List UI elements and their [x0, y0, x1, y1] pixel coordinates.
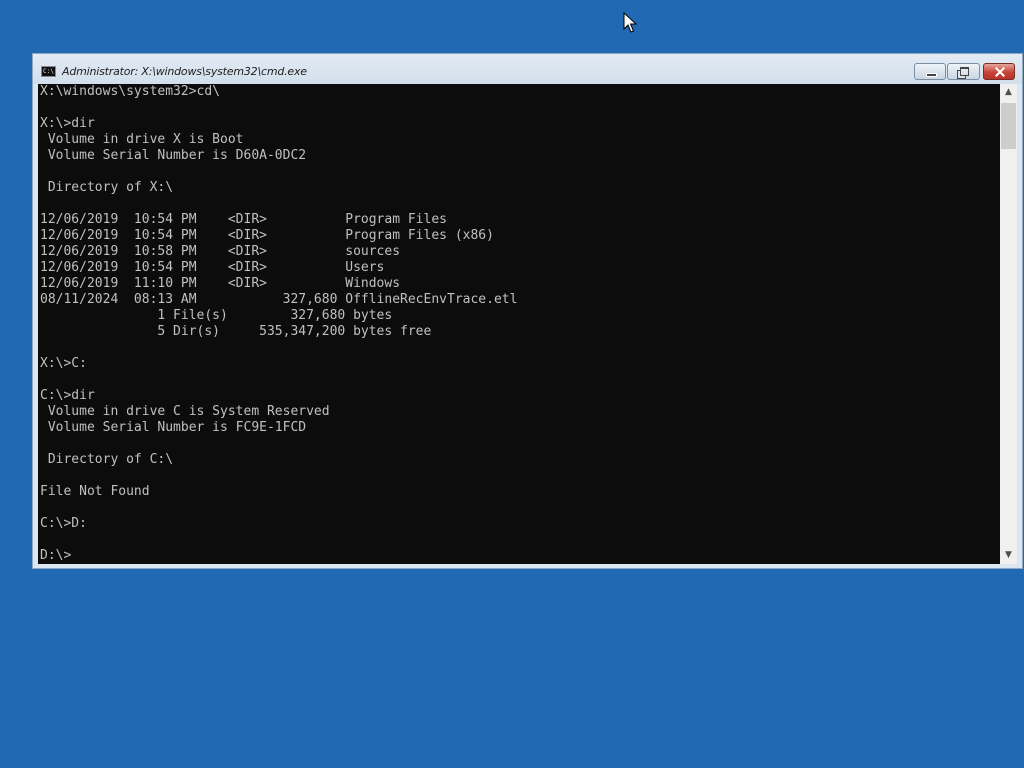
- title-bar[interactable]: C:\ Administrator: X:\windows\system32\c…: [33, 54, 1022, 84]
- minimize-button[interactable]: [914, 63, 946, 80]
- console-line: Volume in drive X is Boot: [40, 132, 244, 147]
- console-line: 12/06/2019 11:10 PM <DIR> Windows: [40, 276, 401, 291]
- vertical-scrollbar[interactable]: ▲ ▼: [1000, 84, 1017, 564]
- console-line: 5 Dir(s) 535,347,200 bytes free: [40, 324, 432, 339]
- console-line: Volume Serial Number is D60A-0DC2: [40, 148, 307, 163]
- maximize-button[interactable]: [947, 63, 980, 80]
- scroll-up-arrow-icon[interactable]: ▲: [1000, 84, 1017, 101]
- cmd-window[interactable]: C:\ Administrator: X:\windows\system32\c…: [32, 53, 1023, 569]
- console-line: 12/06/2019 10:58 PM <DIR> sources: [40, 244, 401, 259]
- console-line: Volume in drive C is System Reserved: [40, 404, 330, 419]
- window-title: Administrator: X:\windows\system32\cmd.e…: [62, 65, 307, 78]
- close-button[interactable]: [983, 63, 1015, 80]
- console-line: C:\>dir: [40, 388, 95, 403]
- console-line: 12/06/2019 10:54 PM <DIR> Users: [40, 260, 385, 275]
- scroll-thumb[interactable]: [1001, 103, 1016, 149]
- console-line: File Not Found: [40, 484, 150, 499]
- console-area[interactable]: X:\windows\system32>cd\ X:\>dir Volume i…: [38, 84, 1000, 564]
- console-line: 08/11/2024 08:13 AM 327,680 OfflineRecEn…: [40, 292, 518, 307]
- console-line: X:\>C:: [40, 356, 87, 371]
- cmd-icon[interactable]: C:\: [41, 66, 56, 77]
- console-line: X:\windows\system32>cd\: [40, 84, 221, 99]
- console-line: Directory of C:\: [40, 452, 174, 467]
- arrow-cursor-icon: [623, 12, 637, 33]
- desktop: C:\ Administrator: X:\windows\system32\c…: [0, 0, 1024, 768]
- console-line: D:\>: [40, 548, 72, 563]
- console-line: X:\>dir: [40, 116, 95, 131]
- scroll-down-arrow-icon[interactable]: ▼: [1000, 547, 1017, 564]
- console-line: 12/06/2019 10:54 PM <DIR> Program Files …: [40, 228, 494, 243]
- console-line: 1 File(s) 327,680 bytes: [40, 308, 393, 323]
- console-line: Directory of X:\: [40, 180, 174, 195]
- console-output: X:\windows\system32>cd\ X:\>dir Volume i…: [40, 84, 517, 564]
- console-line: C:\>D:: [40, 516, 87, 531]
- console-line: 12/06/2019 10:54 PM <DIR> Program Files: [40, 212, 447, 227]
- console-line: Volume Serial Number is FC9E-1FCD: [40, 420, 307, 435]
